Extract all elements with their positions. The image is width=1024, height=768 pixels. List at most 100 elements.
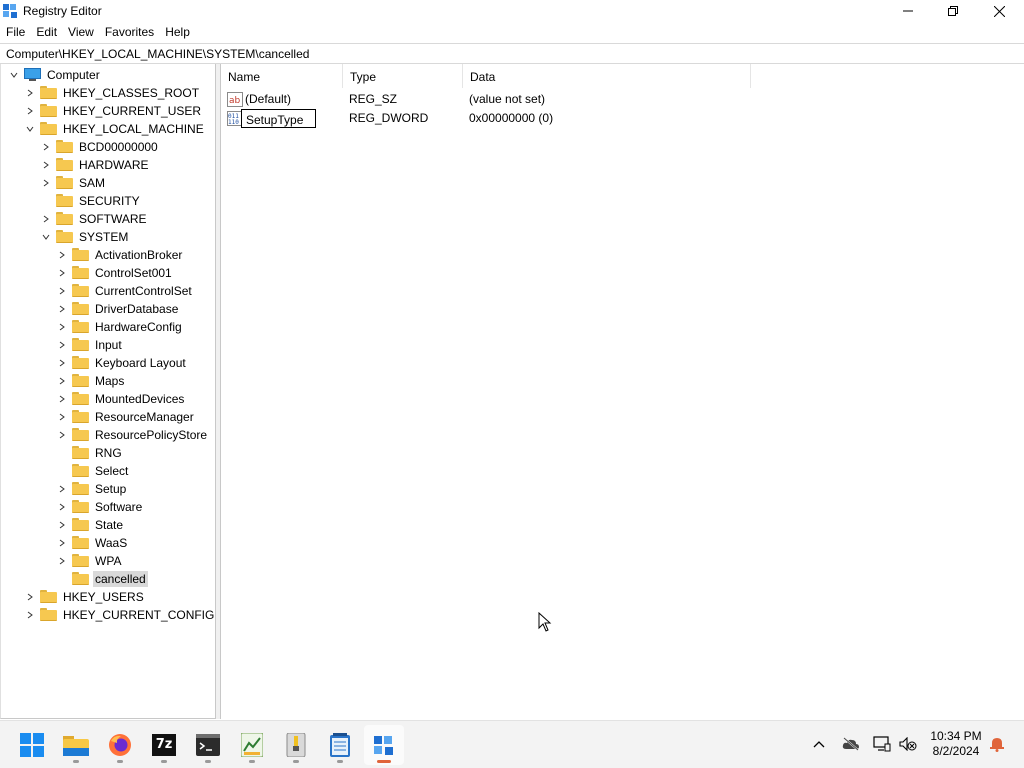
- tree-node-security[interactable]: SECURITY: [40, 192, 142, 210]
- expand-chevron-icon[interactable]: [56, 408, 68, 426]
- tree-node-select[interactable]: Select: [56, 462, 130, 480]
- start-button[interactable]: [12, 725, 52, 765]
- tree-node-maps[interactable]: Maps: [56, 372, 126, 390]
- menu-favorites[interactable]: Favorites: [99, 22, 159, 43]
- tree-node-currentcontrolset[interactable]: CurrentControlSet: [56, 282, 194, 300]
- tree-node-label: SAM: [79, 176, 106, 190]
- expand-chevron-icon[interactable]: [56, 372, 68, 390]
- folder-icon: [72, 302, 90, 316]
- tree-node-state[interactable]: State: [56, 516, 125, 534]
- tree-node-hkey-classes-root[interactable]: HKEY_CLASSES_ROOT: [24, 84, 201, 102]
- notifications-button[interactable]: [986, 733, 1008, 755]
- column-name-header[interactable]: Name: [221, 64, 343, 88]
- tree-node-keyboard-layout[interactable]: Keyboard Layout: [56, 354, 188, 372]
- folder-icon: [72, 554, 90, 568]
- minimize-button[interactable]: [885, 0, 931, 22]
- volume-tray-button[interactable]: [897, 733, 919, 755]
- show-hidden-icons-button[interactable]: [808, 733, 830, 755]
- values-pane[interactable]: Name Type Data ab (Default) REG_SZ (valu…: [220, 64, 1024, 719]
- expand-chevron-icon[interactable]: [56, 318, 68, 336]
- folder-icon: [72, 266, 90, 280]
- tree-node-mounteddevices[interactable]: MountedDevices: [56, 390, 186, 408]
- tree-node-software[interactable]: SOFTWARE: [40, 210, 149, 228]
- tree-node-waas[interactable]: WaaS: [56, 534, 129, 552]
- expand-chevron-icon[interactable]: [56, 498, 68, 516]
- tree-node-activationbroker[interactable]: ActivationBroker: [56, 246, 184, 264]
- taskbar-archive-app[interactable]: [276, 725, 316, 765]
- menu-view[interactable]: View: [62, 22, 99, 43]
- taskbar-file-explorer[interactable]: [56, 725, 96, 765]
- tree-node-input[interactable]: Input: [56, 336, 124, 354]
- taskbar-registry-editor[interactable]: [364, 725, 404, 765]
- expand-chevron-icon[interactable]: [24, 84, 36, 102]
- expand-chevron-icon[interactable]: [56, 246, 68, 264]
- folder-icon: [56, 158, 74, 172]
- taskbar-terminal[interactable]: [188, 725, 228, 765]
- expand-chevron-icon[interactable]: [40, 138, 52, 156]
- value-row-default[interactable]: ab (Default) REG_SZ (value not set): [221, 90, 751, 109]
- tree-node-rng[interactable]: RNG: [56, 444, 124, 462]
- tree-node-hardware[interactable]: HARDWARE: [40, 156, 151, 174]
- value-row-setuptype[interactable]: 011 110 REG_DWORD 0x00000000 (0): [221, 109, 751, 128]
- tree-node-hkey-users[interactable]: HKEY_USERS: [24, 588, 146, 606]
- key-tree[interactable]: Computer HKEY_CLASSES_ROOT HKEY_CURRENT_US…: [0, 64, 216, 719]
- tree-node-wpa[interactable]: WPA: [56, 552, 123, 570]
- tree-node-resourcemanager[interactable]: ResourceManager: [56, 408, 196, 426]
- network-tray-button[interactable]: [871, 733, 893, 755]
- taskbar-chart-app[interactable]: [232, 725, 272, 765]
- title-bar[interactable]: Registry Editor: [0, 0, 1024, 22]
- expand-chevron-icon[interactable]: [56, 336, 68, 354]
- expand-chevron-icon[interactable]: [56, 516, 68, 534]
- tree-node-resourcepolicystore[interactable]: ResourcePolicyStore: [56, 426, 209, 444]
- tree-node-controlset001[interactable]: ControlSet001: [56, 264, 174, 282]
- expand-chevron-icon[interactable]: [56, 390, 68, 408]
- tree-node-setup[interactable]: Setup: [56, 480, 128, 498]
- value-data: 0x00000000 (0): [469, 111, 554, 125]
- notepad-icon: [330, 733, 350, 757]
- address-bar[interactable]: Computer\HKEY_LOCAL_MACHINE\SYSTEM\cance…: [0, 43, 1024, 64]
- tree-node-computer[interactable]: Computer: [8, 66, 102, 84]
- tree-node-sam[interactable]: SAM: [40, 174, 107, 192]
- address-path[interactable]: Computer\HKEY_LOCAL_MACHINE\SYSTEM\cance…: [6, 47, 309, 61]
- taskbar-firefox[interactable]: [100, 725, 140, 765]
- menu-file[interactable]: File: [0, 22, 30, 43]
- expand-chevron-icon[interactable]: [56, 354, 68, 372]
- tree-node-hkey-current-user[interactable]: HKEY_CURRENT_USER: [24, 102, 203, 120]
- tree-node-hardwareconfig[interactable]: HardwareConfig: [56, 318, 184, 336]
- expand-chevron-icon[interactable]: [24, 606, 36, 624]
- menu-help[interactable]: Help: [159, 22, 195, 43]
- expand-chevron-icon[interactable]: [56, 264, 68, 282]
- expand-chevron-icon[interactable]: [56, 552, 68, 570]
- expand-chevron-icon[interactable]: [40, 156, 52, 174]
- expand-chevron-icon[interactable]: [24, 588, 36, 606]
- taskbar-7zip[interactable]: 7z: [144, 725, 184, 765]
- menu-edit[interactable]: Edit: [30, 22, 62, 43]
- restore-button[interactable]: [930, 0, 976, 22]
- tree-node-bcd00000000[interactable]: BCD00000000: [40, 138, 160, 156]
- tree-node-software[interactable]: Software: [56, 498, 144, 516]
- tree-node-label: HKEY_USERS: [63, 590, 144, 604]
- column-type-header[interactable]: Type: [343, 64, 463, 88]
- clock[interactable]: 10:34 PM 8/2/2024: [925, 729, 987, 759]
- expand-chevron-icon[interactable]: [56, 534, 68, 552]
- expand-chevron-icon[interactable]: [56, 300, 68, 318]
- tree-node-system[interactable]: SYSTEM: [40, 228, 130, 246]
- tree-node-hkey-current-config[interactable]: HKEY_CURRENT_CONFIG: [24, 606, 215, 624]
- close-button[interactable]: [976, 0, 1022, 22]
- tree-node-cancelled[interactable]: cancelled: [56, 570, 148, 588]
- onedrive-tray-button[interactable]: [840, 733, 862, 755]
- expand-chevron-icon[interactable]: [56, 426, 68, 444]
- column-data-header[interactable]: Data: [463, 64, 751, 88]
- expand-chevron-icon[interactable]: [40, 210, 52, 228]
- tree-node-hkey-local-machine[interactable]: HKEY_LOCAL_MACHINE: [24, 120, 206, 138]
- expand-chevron-icon[interactable]: [56, 282, 68, 300]
- expand-chevron-icon[interactable]: [56, 480, 68, 498]
- expand-chevron-icon[interactable]: [24, 102, 36, 120]
- tree-node-driverdatabase[interactable]: DriverDatabase: [56, 300, 180, 318]
- collapse-chevron-icon[interactable]: [8, 66, 20, 84]
- taskbar-notepad[interactable]: [320, 725, 360, 765]
- collapse-chevron-icon[interactable]: [40, 228, 52, 246]
- expand-chevron-icon[interactable]: [40, 174, 52, 192]
- collapse-chevron-icon[interactable]: [24, 120, 36, 138]
- rename-value-input[interactable]: [241, 109, 316, 128]
